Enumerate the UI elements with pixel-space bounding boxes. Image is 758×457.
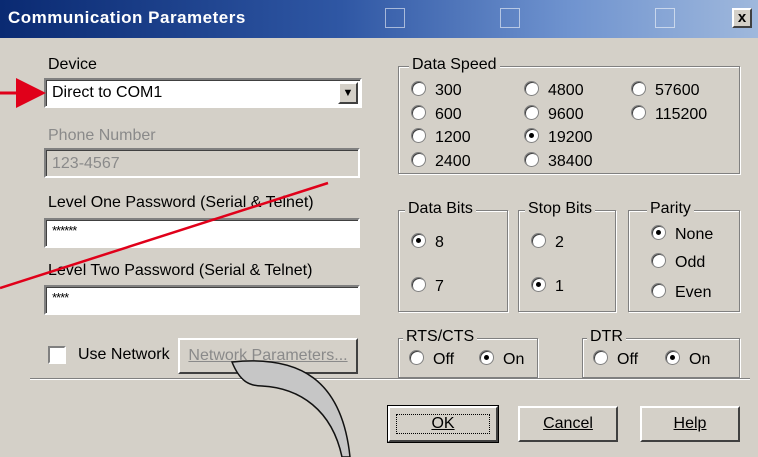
speed-600-radio[interactable]: 600 — [411, 105, 462, 124]
radio-icon — [524, 152, 539, 167]
speed-2400-radio[interactable]: 2400 — [411, 152, 471, 171]
radio-icon — [411, 105, 426, 120]
radio-icon — [524, 105, 539, 120]
dtr-label: DTR — [587, 328, 626, 346]
title-decoration-icon — [500, 8, 520, 28]
radio-selected-icon — [531, 277, 546, 292]
radio-icon — [409, 350, 424, 365]
close-button[interactable]: x — [732, 8, 752, 28]
radio-selected-icon — [479, 350, 494, 365]
phone-number-label: Phone Number — [48, 127, 156, 144]
radio-icon — [411, 277, 426, 292]
data-speed-group: Data Speed 300 600 1200 2400 4800 9600 1… — [398, 56, 740, 174]
parity-none-radio[interactable]: None — [651, 225, 713, 244]
level-two-password-label: Level Two Password (Serial & Telnet) — [48, 262, 313, 279]
radio-selected-icon — [651, 225, 666, 240]
rts-cts-label: RTS/CTS — [403, 328, 478, 346]
device-value: Direct to COM1 — [52, 84, 163, 101]
radio-icon — [531, 233, 546, 248]
phone-number-field: 123-4567 — [44, 148, 360, 178]
device-label: Device — [48, 56, 97, 73]
radio-selected-icon — [411, 233, 426, 248]
screenshot-stage: Communication Parameters x Device Direct… — [0, 0, 758, 457]
stop-bits-group: Stop Bits 2 1 — [518, 200, 616, 312]
cancel-button[interactable]: Cancel — [518, 406, 618, 442]
radio-icon — [631, 105, 646, 120]
radio-icon — [631, 81, 646, 96]
rts-cts-group: RTS/CTS Off On — [398, 328, 538, 378]
parity-group: Parity None Odd Even — [628, 200, 740, 312]
stop-bits-1-radio[interactable]: 1 — [531, 277, 564, 296]
parity-label: Parity — [647, 200, 694, 218]
title-decoration-icon — [385, 8, 405, 28]
chevron-down-icon[interactable]: ▼ — [338, 82, 358, 104]
network-parameters-label: Network Parameters... — [188, 347, 348, 364]
data-bits-label: Data Bits — [405, 200, 476, 218]
data-speed-label: Data Speed — [409, 56, 500, 74]
communication-parameters-dialog: Communication Parameters x Device Direct… — [0, 0, 758, 457]
title-bar[interactable]: Communication Parameters x — [0, 0, 758, 38]
cancel-label: Cancel — [543, 415, 593, 432]
radio-icon — [593, 350, 608, 365]
level-one-password-field[interactable]: ****** — [44, 218, 360, 248]
speed-57600-radio[interactable]: 57600 — [631, 81, 700, 100]
level-two-password-field[interactable]: **** — [44, 285, 360, 315]
use-network-checkbox[interactable] — [48, 346, 66, 364]
radio-icon — [411, 152, 426, 167]
radio-selected-icon — [524, 128, 539, 143]
data-bits-group: Data Bits 8 7 — [398, 200, 508, 312]
device-dropdown[interactable]: Direct to COM1 ▼ — [44, 78, 362, 108]
use-network-label[interactable]: Use Network — [78, 346, 170, 364]
stop-bits-label: Stop Bits — [525, 200, 596, 218]
speed-115200-radio[interactable]: 115200 — [631, 105, 707, 124]
rts-cts-off-radio[interactable]: Off — [409, 350, 454, 369]
speed-1200-radio[interactable]: 1200 — [411, 128, 471, 147]
speed-300-radio[interactable]: 300 — [411, 81, 462, 100]
speed-4800-radio[interactable]: 4800 — [524, 81, 584, 100]
dtr-off-radio[interactable]: Off — [593, 350, 638, 369]
radio-icon — [411, 128, 426, 143]
title-decoration-icon — [655, 8, 675, 28]
level-one-password-value: ****** — [52, 223, 77, 238]
parity-even-radio[interactable]: Even — [651, 283, 711, 302]
focus-rectangle — [396, 414, 490, 434]
data-bits-8-radio[interactable]: 8 — [411, 233, 444, 252]
stop-bits-2-radio[interactable]: 2 — [531, 233, 564, 252]
radio-selected-icon — [665, 350, 680, 365]
help-label: Help — [673, 415, 707, 432]
separator — [30, 378, 750, 380]
phone-number-value: 123-4567 — [52, 155, 120, 172]
parity-odd-radio[interactable]: Odd — [651, 253, 705, 272]
speed-9600-radio[interactable]: 9600 — [524, 105, 584, 124]
rts-cts-on-radio[interactable]: On — [479, 350, 524, 369]
dtr-on-radio[interactable]: On — [665, 350, 710, 369]
radio-icon — [651, 283, 666, 298]
radio-icon — [651, 253, 666, 268]
help-button[interactable]: Help — [640, 406, 740, 442]
network-parameters-button: Network Parameters... — [178, 338, 358, 374]
level-two-password-value: **** — [52, 290, 69, 305]
speed-19200-radio[interactable]: 19200 — [524, 128, 593, 147]
radio-icon — [411, 81, 426, 96]
dtr-group: DTR Off On — [582, 328, 740, 378]
level-one-password-label: Level One Password (Serial & Telnet) — [48, 194, 314, 211]
speed-38400-radio[interactable]: 38400 — [524, 152, 593, 171]
window-title: Communication Parameters — [8, 8, 246, 27]
radio-icon — [524, 81, 539, 96]
data-bits-7-radio[interactable]: 7 — [411, 277, 444, 296]
ok-button[interactable]: OK — [387, 405, 499, 443]
